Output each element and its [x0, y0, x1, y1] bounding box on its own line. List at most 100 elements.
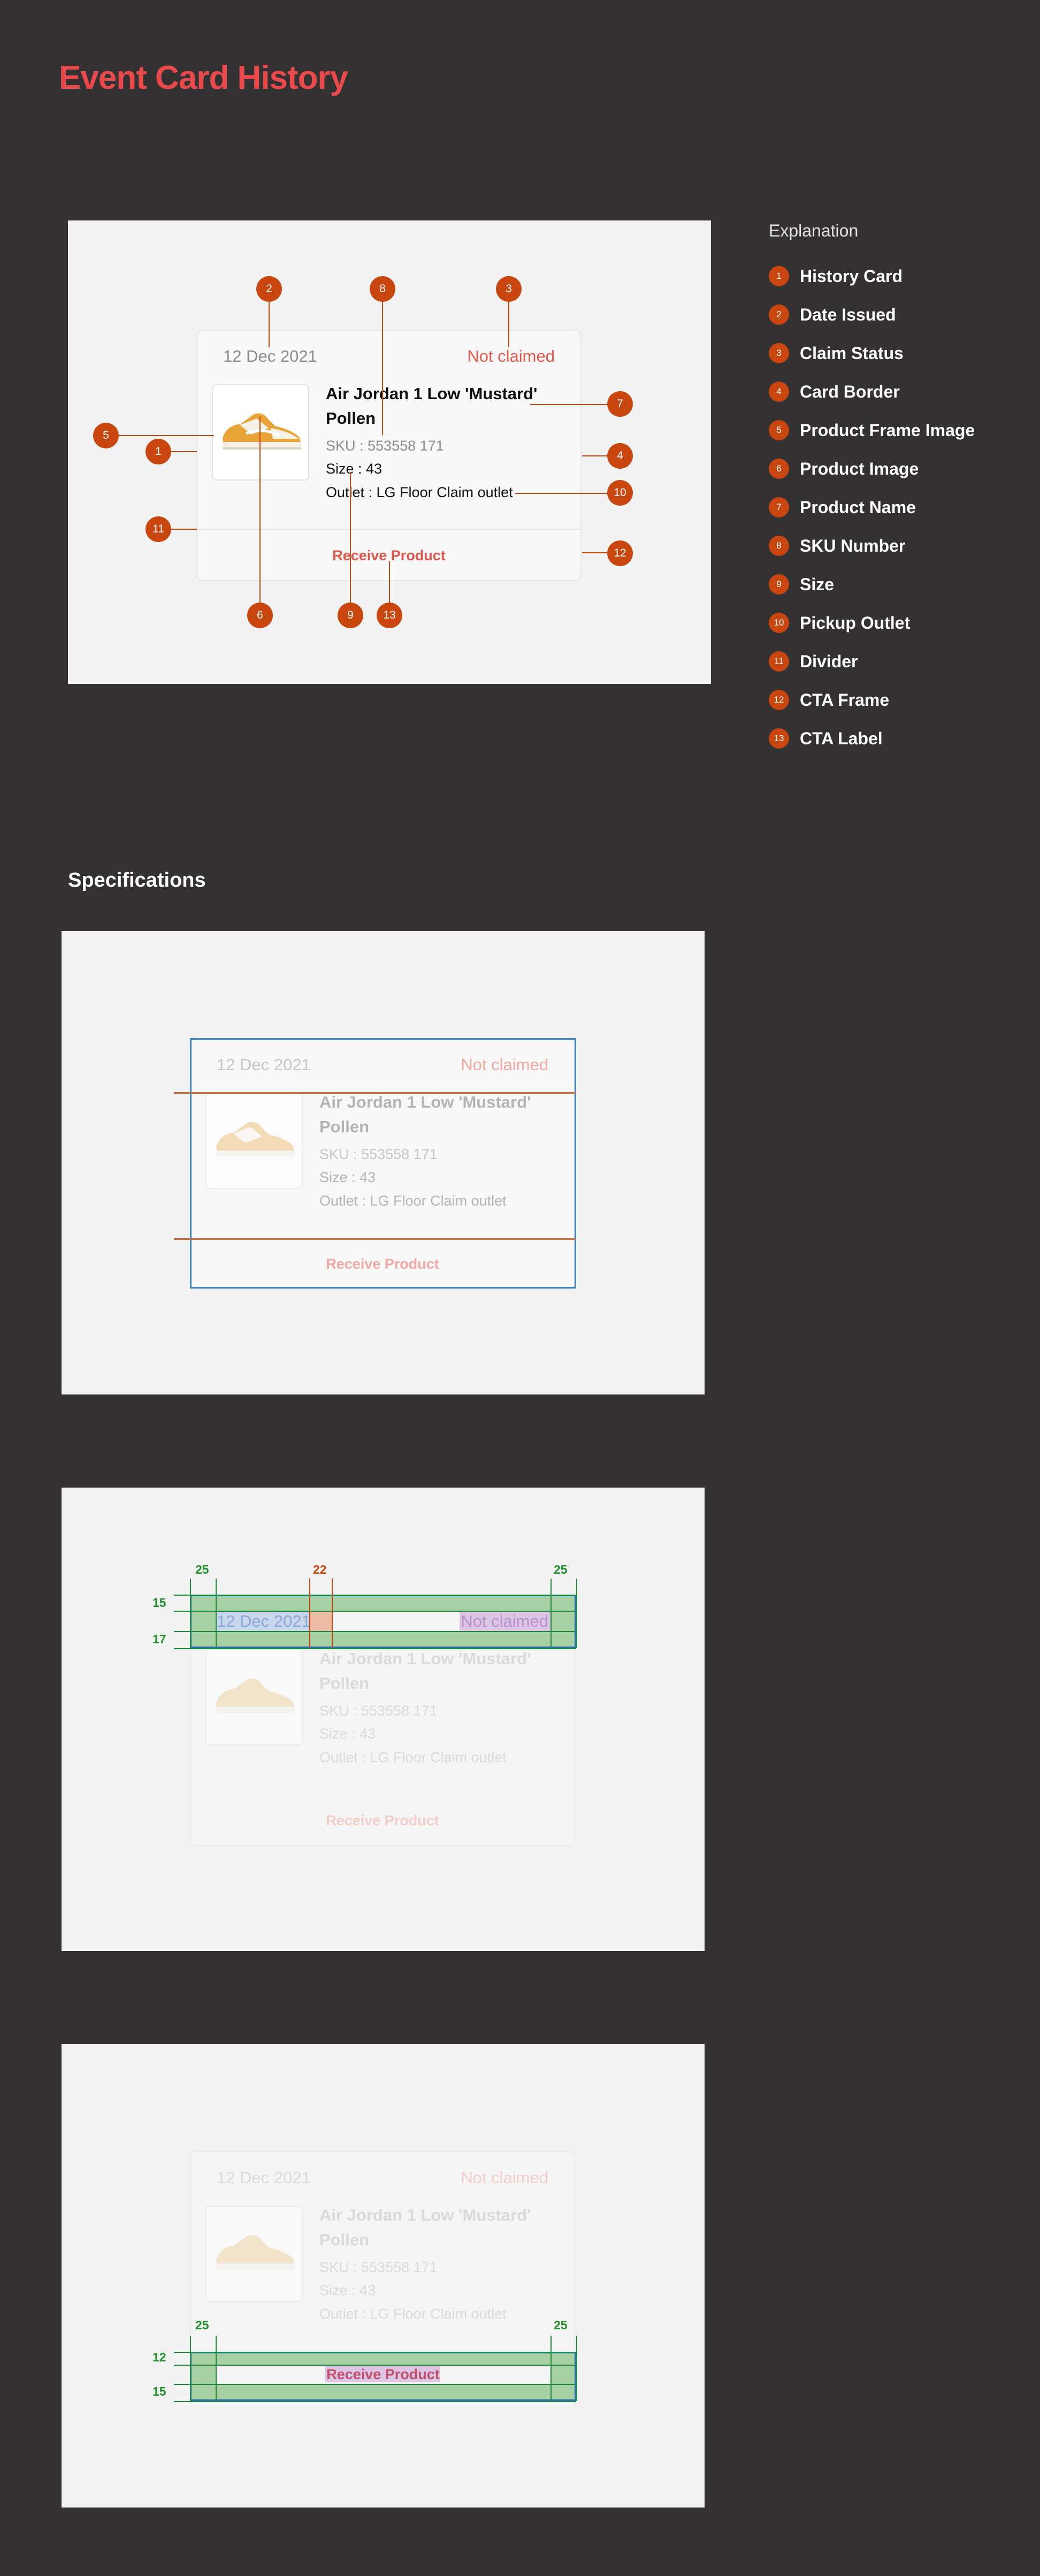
measure-line [576, 2336, 577, 2401]
callout-1: 1 [146, 439, 171, 464]
callout-11: 11 [146, 516, 171, 542]
leader-11 [170, 529, 197, 530]
spec-panel-header-padding: 12 Dec 2021 Not claimed Air Jordan 1 Low… [62, 1488, 705, 1951]
product-frame-image [205, 2206, 303, 2302]
measure-line [174, 2384, 576, 2385]
pickup-outlet: Outlet : LG Floor Claim outlet [319, 2306, 507, 2322]
dim-bottom: 17 [152, 1632, 166, 1646]
leader-12 [582, 552, 610, 553]
section-line-top [174, 1092, 576, 1094]
product-name: Air Jordan 1 Low 'Mustard' Pollen [319, 1649, 531, 1693]
sku-number: SKU : 553558 171 [326, 438, 444, 454]
callout-7: 7 [607, 391, 633, 417]
dim-left: 25 [195, 2318, 209, 2332]
leader-3 [508, 301, 509, 347]
callout-10: 10 [607, 480, 633, 506]
measure-line [174, 1595, 576, 1596]
spec-panel-cta-padding: 12 Dec 2021 Not claimed Air Jordan 1 Low… [62, 2044, 705, 2508]
sku-number: SKU : 553558 171 [319, 1703, 438, 1719]
dim-gap: 22 [313, 1563, 327, 1576]
callout-8: 8 [370, 276, 395, 302]
explanation-item: 7 Product Name [769, 497, 916, 518]
specifications-title: Specifications [68, 869, 206, 891]
callout-6: 6 [247, 603, 273, 628]
explanation-item: 2 Date Issued [769, 304, 896, 325]
leader-2 [269, 301, 270, 347]
leader-10 [515, 493, 610, 494]
leader-1 [170, 451, 197, 452]
size: Size : 43 [326, 461, 383, 477]
measure-line [174, 2365, 576, 2366]
size: Size : 43 [319, 2282, 376, 2298]
product-name: Air Jordan 1 Low 'Mustard' Pollen [326, 384, 538, 428]
measure-line [174, 1611, 576, 1612]
cta-outline [190, 2352, 576, 2401]
product-frame-image [205, 1649, 303, 1746]
card-outline [190, 1038, 576, 1289]
dim-right: 25 [554, 2318, 568, 2332]
history-card: 12 Dec 2021 Not claimed Air Jordan 1 Low… [196, 330, 582, 581]
leader-9 [350, 472, 351, 614]
measure-line [216, 1579, 217, 1648]
explanation-item: 9 Size [769, 574, 834, 595]
explanation-item: 12 CTA Frame [769, 689, 889, 711]
measure-line [174, 2352, 576, 2353]
measure-line [190, 2336, 191, 2401]
cta-frame: Receive Product [191, 1795, 574, 1846]
measure-line [309, 1579, 310, 1648]
measure-line [174, 1631, 576, 1632]
measure-line [550, 2336, 552, 2401]
explanation-item: 13 CTA Label [769, 728, 883, 749]
sneaker-product-image [216, 1678, 295, 1713]
measure-line [332, 1579, 333, 1648]
sneaker-product-image [216, 2235, 295, 2270]
measure-line [576, 1579, 577, 1648]
date-issued: 12 Dec 2021 [217, 2168, 311, 2187]
callout-12: 12 [607, 540, 633, 566]
date-issued: 12 Dec 2021 [223, 347, 317, 365]
spec-panel-layout: 12 Dec 2021 Not claimed Air Jordan 1 Low… [62, 931, 705, 1394]
claim-status: Not claimed [461, 2168, 548, 2187]
sneaker-product-image [223, 413, 302, 449]
measure-line [174, 2401, 576, 2402]
explanation-item: 3 Claim Status [769, 342, 904, 364]
callout-2: 2 [256, 276, 282, 302]
cta-label: Receive Product [326, 1812, 439, 1828]
callout-5: 5 [93, 423, 119, 448]
leader-6 [259, 416, 261, 614]
claim-status: Not claimed [467, 347, 555, 365]
callout-3: 3 [496, 276, 522, 302]
callout-4: 4 [607, 443, 633, 469]
section-line-bottom [174, 1238, 576, 1240]
measure-line [190, 1579, 191, 1648]
product-name: Air Jordan 1 Low 'Mustard' Pollen [319, 2206, 531, 2249]
leader-5 [119, 435, 214, 436]
dim-bottom: 15 [152, 2384, 166, 2398]
page-title: Event Card History [59, 59, 348, 96]
explanation-item: 1 History Card [769, 265, 903, 287]
pickup-outlet: Outlet : LG Floor Claim outlet [326, 484, 513, 500]
header-outline [190, 1595, 576, 1648]
leader-8 [382, 301, 383, 435]
pickup-outlet: Outlet : LG Floor Claim outlet [319, 1749, 507, 1765]
sku-number: SKU : 553558 171 [319, 2259, 438, 2275]
leader-4 [582, 455, 610, 456]
explanation-item: 10 Pickup Outlet [769, 612, 910, 634]
measure-line [550, 1579, 552, 1648]
explanation-title: Explanation [769, 221, 859, 240]
explanation-item: 6 Product Image [769, 458, 919, 479]
callout-13: 13 [377, 603, 402, 628]
explanation-item: 8 SKU Number [769, 535, 905, 557]
explanation-item: 5 Product Frame Image [769, 420, 975, 441]
dim-top: 12 [152, 2350, 166, 2364]
measure-line [216, 2336, 217, 2401]
callout-9: 9 [338, 603, 363, 628]
explanation-item: 11 Divider [769, 651, 858, 672]
measure-line [174, 1648, 576, 1649]
leader-7 [530, 404, 610, 405]
size: Size : 43 [319, 1726, 376, 1742]
explanation-item: 4 Card Border [769, 381, 900, 402]
dim-top: 15 [152, 1596, 166, 1610]
dim-left: 25 [195, 1563, 209, 1576]
product-frame-image [212, 384, 309, 481]
